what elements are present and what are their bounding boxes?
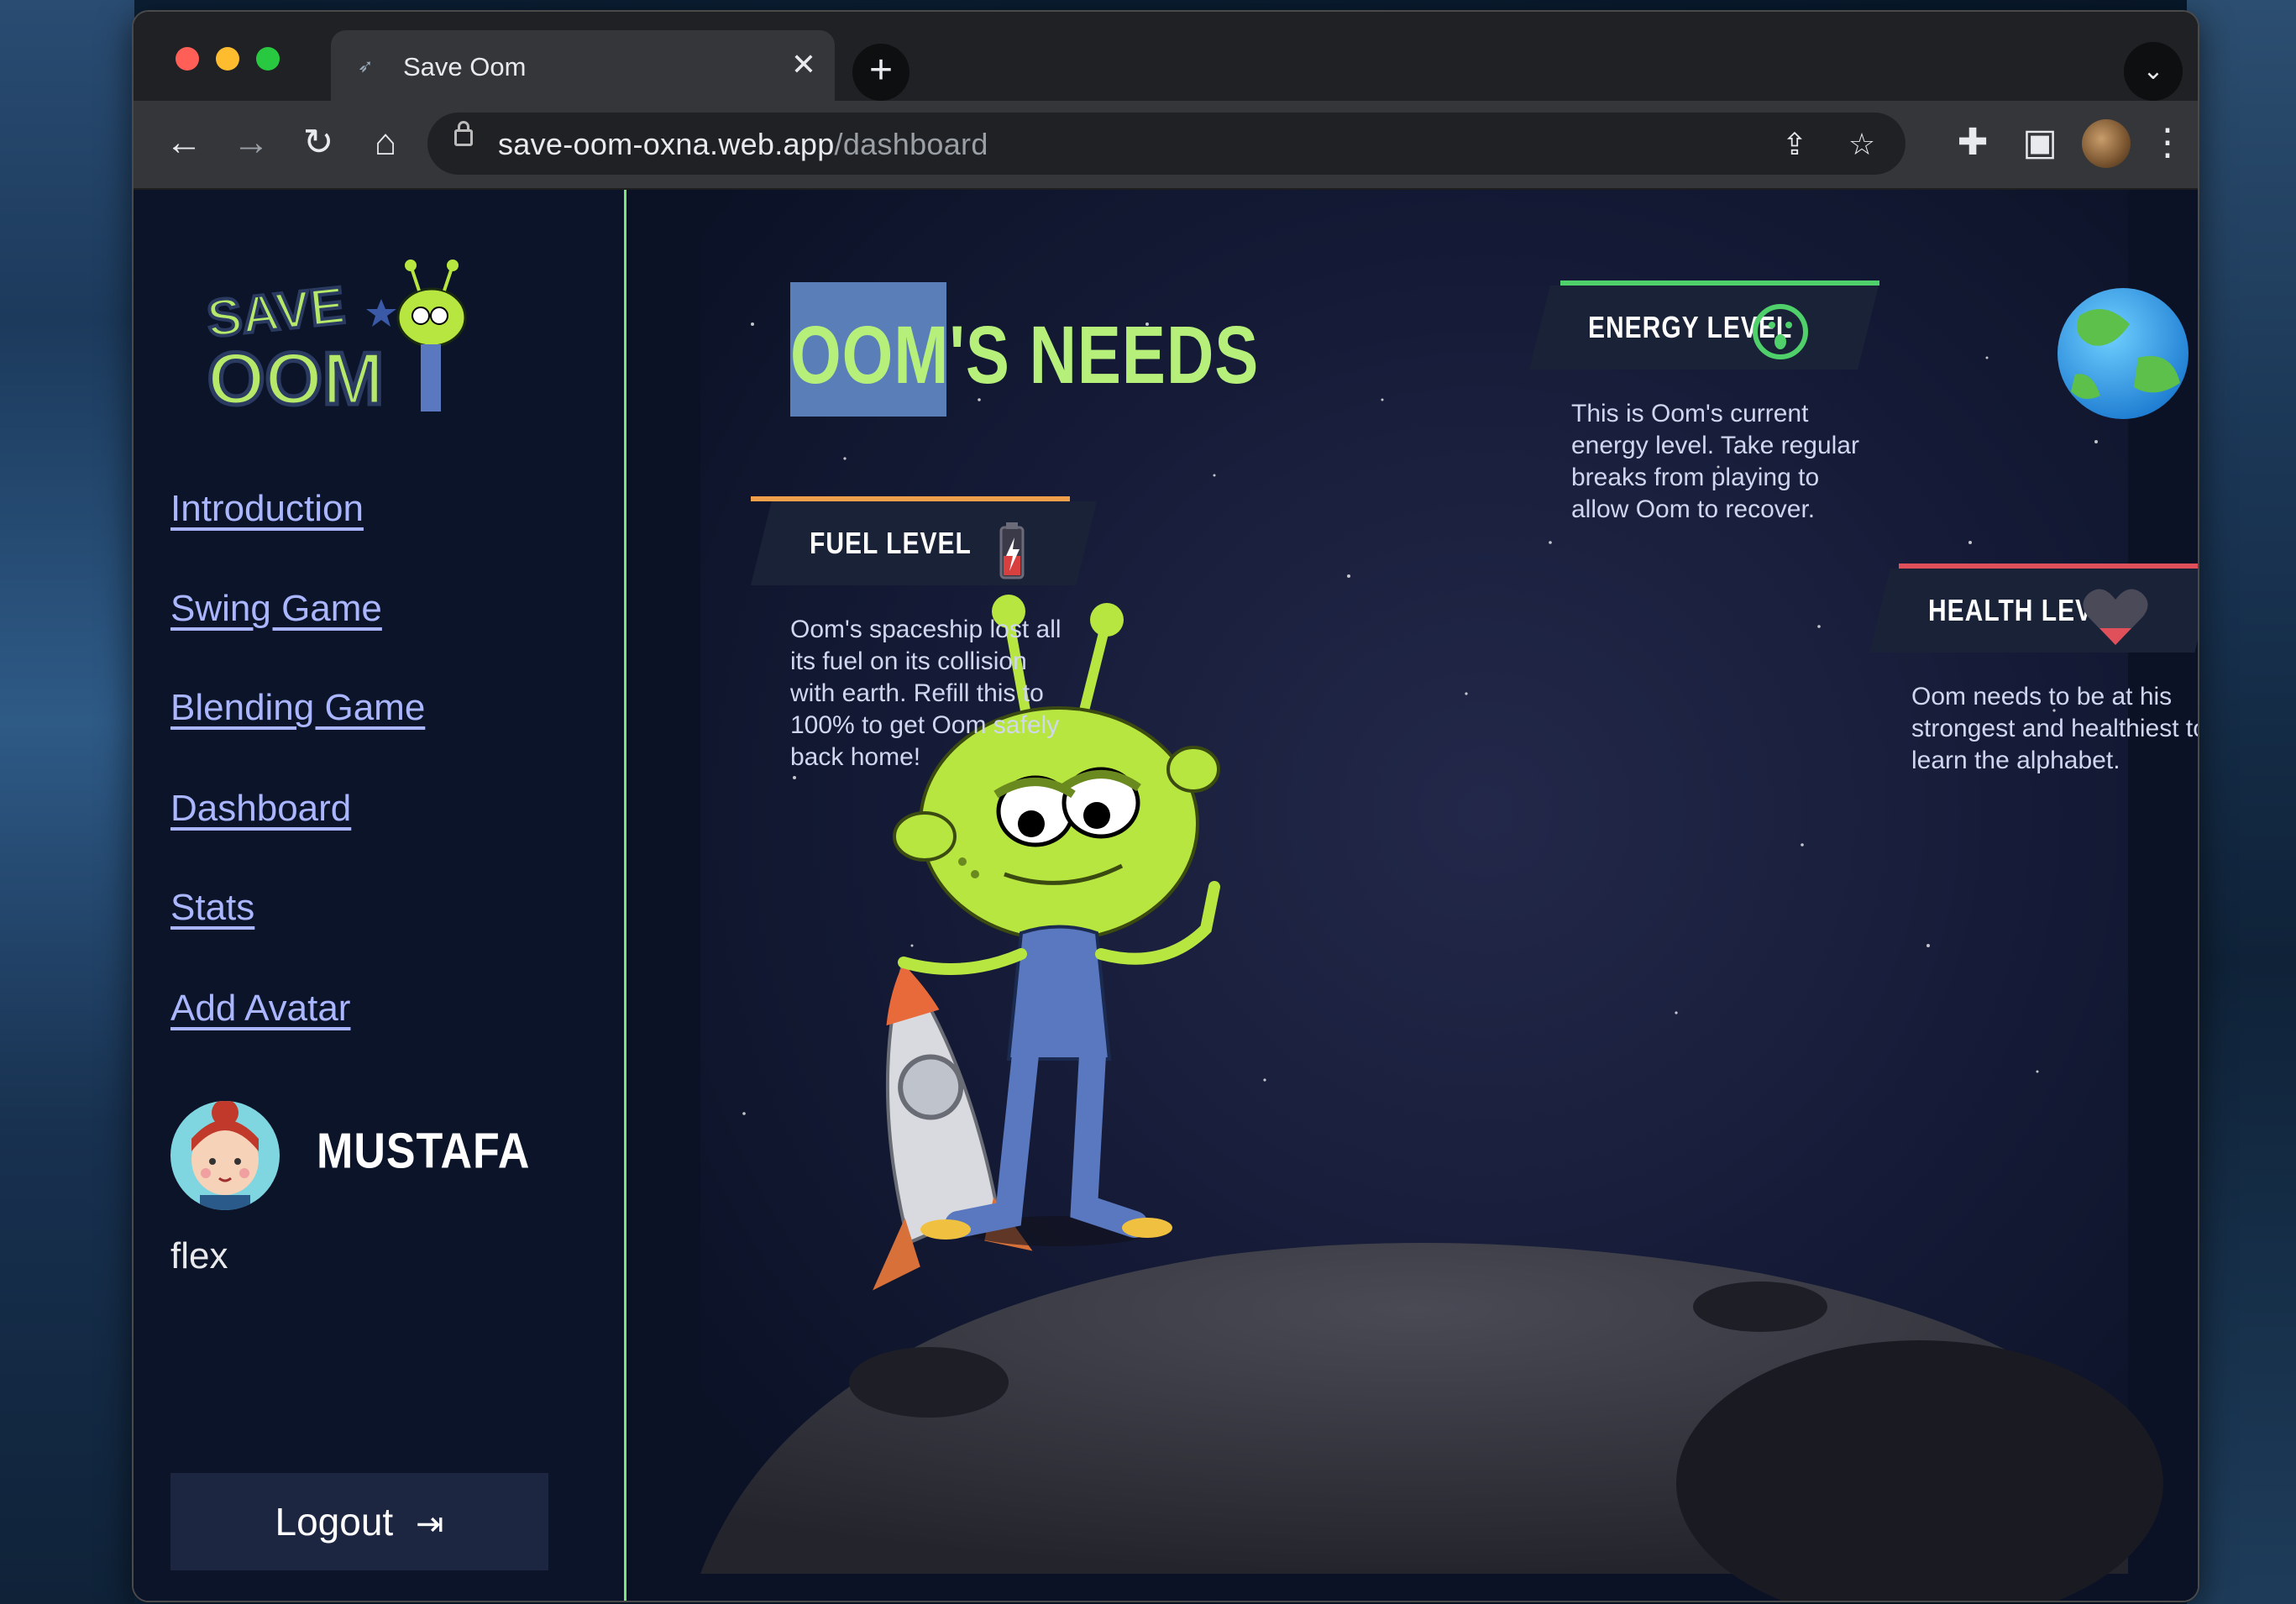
menu-kebab-icon[interactable]: ⋮ (2142, 118, 2193, 168)
home-icon[interactable]: ⌂ (360, 118, 411, 168)
back-arrow-icon[interactable]: ← (159, 118, 209, 168)
energy-accent-bar (1560, 280, 1879, 286)
svg-text:OOM: OOM (207, 337, 384, 420)
reload-icon[interactable]: ↻ (293, 118, 343, 168)
nav-blending-game-link[interactable]: Blending Game (170, 687, 425, 729)
fuel-level-label: FUEL LEVEL (810, 527, 972, 561)
dashboard-main: OOM'S NEEDS FUEL LEVEL Oom's spaceship l… (626, 190, 2198, 1601)
logout-door-icon: ⇥ (415, 1506, 444, 1543)
browser-tab[interactable]: ➶ Save Oom ✕ (331, 30, 835, 102)
url-text: save-oom-oxna.web.app/dashboard (498, 127, 988, 162)
web-page: SAVE OOM Introduction Swing Game Blendin… (134, 190, 2198, 1601)
rocket-favicon-icon: ➶ (358, 55, 374, 76)
extensions-puzzle-icon[interactable]: ✚ (1947, 118, 1998, 168)
sidebar: SAVE OOM Introduction Swing Game Blendin… (134, 190, 626, 1601)
user-subtitle: flex (170, 1235, 228, 1276)
surprised-face-icon (1753, 304, 1808, 359)
nav-swing-game-link[interactable]: Swing Game (170, 588, 382, 630)
share-icon[interactable]: ⇪ (1771, 121, 1818, 168)
address-bar[interactable]: save-oom-oxna.web.app/dashboard ⇪ ☆ (427, 113, 1905, 175)
health-accent-bar (1899, 563, 2198, 569)
profile-avatar-icon[interactable] (2082, 119, 2131, 168)
nav-dashboard-link[interactable]: Dashboard (170, 788, 351, 830)
bookmark-star-icon[interactable]: ☆ (1838, 121, 1885, 168)
url-path: /dashboard (834, 127, 988, 161)
minimize-window-button[interactable] (216, 47, 239, 71)
side-panel-icon[interactable]: ▣ (2015, 118, 2065, 168)
battery-icon (999, 522, 1025, 579)
close-tab-icon[interactable]: ✕ (791, 47, 816, 82)
save-oom-logo: SAVE OOM (202, 259, 467, 422)
heading-part-needs: NEEDS (1029, 308, 1260, 401)
logout-button[interactable]: Logout ⇥ (170, 1473, 548, 1570)
lock-icon (454, 121, 473, 146)
fuel-description: Oom's spaceship lost all its fuel on its… (790, 616, 1062, 771)
energy-description: This is Oom's current energy level. Take… (1571, 400, 1859, 523)
url-domain: save-oom-oxna.web.app (498, 127, 835, 161)
fuel-accent-bar (751, 496, 1070, 501)
nav-stats-link[interactable]: Stats (170, 887, 254, 929)
user-avatar (170, 1101, 280, 1210)
heart-icon (2083, 589, 2148, 645)
browser-window: ➶ Save Oom ✕ + ⌄ ← → ↻ ⌂ save-oom-oxna.w… (132, 10, 2199, 1602)
close-window-button[interactable] (176, 47, 199, 71)
page-heading-text: OOM'S NEEDS (790, 307, 1259, 403)
tab-bar: ➶ Save Oom ✕ + ⌄ (134, 12, 2198, 102)
maximize-window-button[interactable] (256, 47, 280, 71)
desktop-wallpaper-right (2187, 0, 2296, 1604)
desktop-wallpaper-left (0, 0, 134, 1604)
health-description: Oom needs to be at his strongest and hea… (1911, 683, 2199, 774)
tab-title: Save Oom (403, 52, 527, 81)
browser-toolbar: ← → ↻ ⌂ save-oom-oxna.web.app/dashboard … (134, 101, 2198, 190)
logout-label: Logout (275, 1500, 394, 1544)
nav-introduction-link[interactable]: Introduction (170, 488, 364, 530)
new-tab-button[interactable]: + (852, 44, 909, 101)
heading-part-oom: OOM'S (790, 308, 1010, 401)
username: MUSTAFA (317, 1123, 531, 1180)
nav-add-avatar-link[interactable]: Add Avatar (170, 988, 350, 1030)
tab-search-chevron-icon[interactable]: ⌄ (2124, 42, 2183, 101)
forward-arrow-icon[interactable]: → (226, 118, 276, 168)
